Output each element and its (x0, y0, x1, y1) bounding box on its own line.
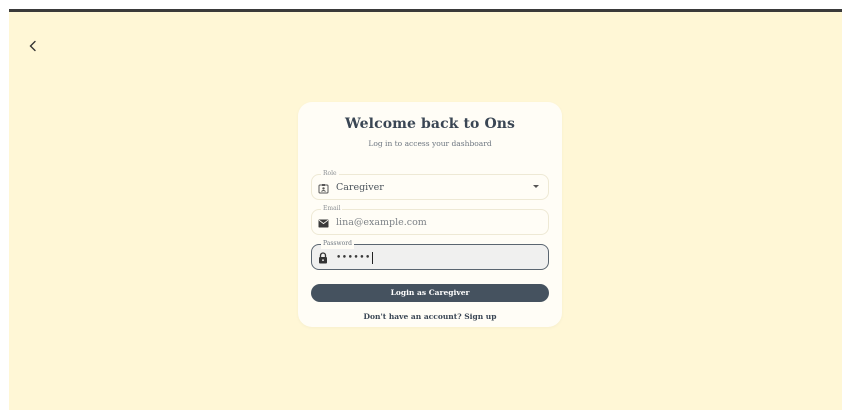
envelope-icon (317, 217, 329, 229)
role-label: Role (321, 169, 339, 179)
password-field[interactable]: Password •••••• (311, 239, 549, 270)
page-background: Welcome back to Ons Log in to access you… (9, 12, 842, 410)
login-subtitle: Log in to access your dashboard (368, 139, 492, 148)
role-value: Caregiver (336, 182, 384, 193)
login-button[interactable]: Login as Caregiver (311, 284, 549, 302)
chevron-left-icon (28, 37, 38, 56)
text-cursor (371, 252, 373, 264)
email-field[interactable]: Email lina@example.com (311, 204, 549, 235)
id-badge-icon (317, 182, 329, 194)
lock-icon (317, 252, 329, 264)
signup-link[interactable]: Don't have an account? Sign up (298, 312, 562, 321)
chevron-down-icon (533, 185, 539, 188)
password-label: Password (321, 239, 354, 249)
role-select[interactable]: Role Caregiver (311, 169, 549, 200)
email-label: Email (321, 204, 343, 214)
login-card: Welcome back to Ons Log in to access you… (298, 102, 562, 327)
password-value: •••••• (336, 251, 373, 265)
back-button[interactable] (23, 36, 43, 56)
password-dots: •••••• (336, 253, 371, 263)
login-title: Welcome back to Ons (344, 116, 516, 132)
email-placeholder: lina@example.com (336, 217, 427, 228)
